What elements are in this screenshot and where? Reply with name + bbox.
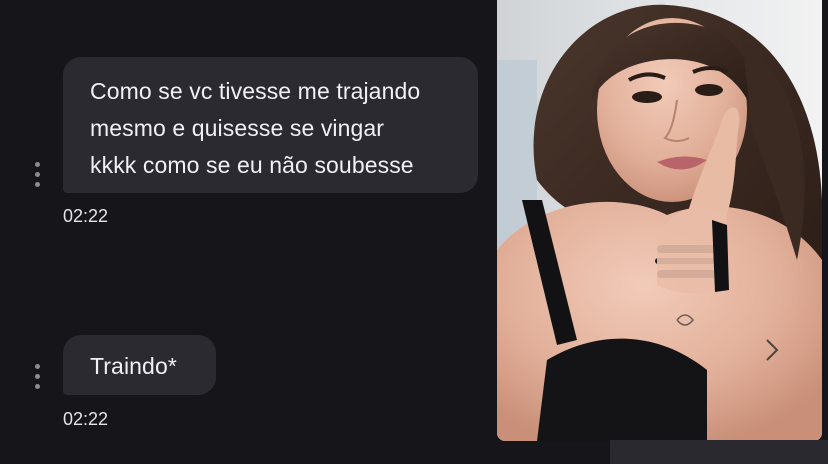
message-text: Traindo* (90, 353, 177, 379)
chat-screen: Como se vc tivesse me trajando mesmo e q… (0, 0, 828, 464)
message-options-icon[interactable] (33, 364, 41, 392)
message-timestamp: 02:22 (63, 409, 109, 429)
message-options-icon[interactable] (33, 162, 41, 190)
message-bubble[interactable]: Como se vc tivesse me trajando mesmo e q… (63, 57, 478, 193)
message-bubble[interactable]: Traindo* (63, 335, 216, 395)
input-area-edge (610, 440, 828, 464)
photo-image (497, 0, 822, 441)
photo-attachment[interactable] (497, 0, 822, 441)
message-text: Como se vc tivesse me trajando mesmo e q… (90, 78, 421, 178)
message-timestamp: 02:22 (63, 206, 109, 226)
